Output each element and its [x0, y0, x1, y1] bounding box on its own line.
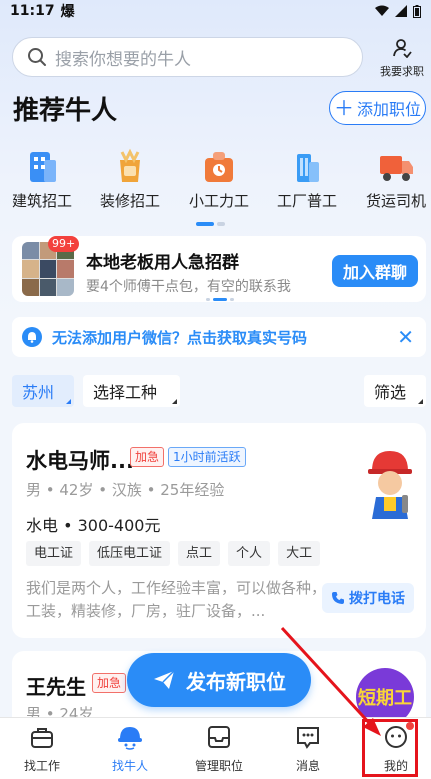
page-title: 推荐牛人 [13, 96, 118, 126]
call-button-label: 拨打电话 [349, 591, 405, 607]
urgent-tag: 加急 [130, 447, 165, 467]
status-icons [375, 4, 421, 18]
job-seek-icon [393, 39, 412, 59]
category-pager [196, 222, 225, 226]
pager-dot-active [196, 222, 214, 226]
group-subtitle: 要4个师傅干点包，有空的联系我 [86, 279, 291, 295]
tip-bar[interactable]: 无法添加用户微信？点击获取真实号码 ✕ [12, 317, 426, 357]
close-icon[interactable]: ✕ [397, 325, 414, 349]
tab-label: 找工作 [23, 759, 60, 773]
tab-find-talent[interactable]: 找牛人 [90, 724, 170, 774]
category-row: 建筑招工 装修招工 小工力工 工厂普工 货运司机 [0, 148, 431, 214]
category-label: 装修招工 [99, 192, 160, 210]
skill-tag: 低压电工证 [89, 541, 171, 566]
status-time: 11:17 [10, 3, 55, 19]
tab-label: 管理职位 [194, 759, 243, 773]
group-pager [206, 298, 234, 301]
wifi-icon [375, 5, 389, 16]
category-decoration[interactable]: 装修招工 [90, 148, 170, 211]
urgent-tag: 加急 [92, 673, 127, 693]
tab-manage-positions[interactable]: 管理职位 [179, 724, 259, 774]
skill-tag: 电工证 [26, 541, 82, 566]
paint-bucket-icon [112, 148, 148, 184]
dropdown-corner-icon [66, 399, 71, 404]
group-chat-card[interactable]: 99+ 本地老板用人急招群 要4个师傅干点包，有空的联系我 加入群聊 [12, 236, 426, 302]
phone-icon [332, 592, 344, 604]
publish-position-button[interactable]: 发布新职位 [127, 653, 311, 707]
skill-tags: 电工证 低压电工证 点工 个人 大工 [26, 541, 321, 566]
skill-tag: 大工 [278, 541, 321, 566]
search-icon [28, 48, 46, 66]
category-label: 货运司机 [365, 192, 426, 210]
battery-icon [413, 4, 421, 18]
job-type-filter[interactable]: 选择工种 [83, 375, 180, 407]
worker-name: 王先生 [26, 675, 86, 699]
tab-label: 消息 [295, 759, 320, 773]
job-type-filter-label: 选择工种 [93, 383, 158, 402]
plus-icon: ＋ [333, 96, 354, 120]
worker-card[interactable]: 水电马师... 加急 1小时前活跃 男 • 42岁 • 汉族 • 25年经验 水… [12, 423, 426, 638]
tab-messages[interactable]: 消息 [268, 724, 348, 774]
chat-icon [297, 727, 319, 749]
category-laborer[interactable]: 小工力工 [179, 148, 259, 211]
category-factory[interactable]: 工厂普工 [267, 148, 347, 211]
signal-icon [395, 5, 407, 17]
skill-tag: 点工 [178, 541, 221, 566]
tab-find-job[interactable]: 找工作 [2, 724, 82, 774]
add-position-button[interactable]: ＋ 添加职位 [329, 91, 426, 125]
category-label: 小工力工 [188, 192, 249, 210]
category-building[interactable]: 建筑招工 [2, 148, 82, 211]
factory-icon [289, 148, 325, 184]
pager-dot [217, 222, 225, 226]
city-filter-label: 苏州 [22, 383, 55, 402]
skill-tag: 个人 [228, 541, 271, 566]
screen-filter-label: 筛选 [374, 383, 407, 402]
worker-icon [201, 148, 237, 184]
category-label: 工厂普工 [276, 192, 337, 210]
category-label: 建筑招工 [11, 192, 72, 210]
dropdown-corner-icon [172, 399, 177, 404]
dropdown-corner-icon [418, 399, 423, 404]
worker-description: 我们是两个人，工作经验丰富，可以做各种，工装，精装修，厂房，驻厂设备，... [26, 579, 327, 620]
search-placeholder: 搜索你想要的牛人 [55, 49, 191, 70]
worker-name: 水电马师... [26, 449, 134, 473]
briefcase-icon [31, 728, 53, 748]
highlight-box [362, 719, 418, 777]
inbox-icon [208, 726, 230, 748]
job-seek-button[interactable]: 我要求职 [373, 38, 431, 78]
send-icon [154, 670, 175, 689]
tab-label: 找牛人 [111, 759, 148, 773]
building-icon [24, 148, 60, 184]
truck-icon [378, 148, 414, 184]
screen-filter[interactable]: 筛选 [364, 375, 426, 407]
category-truck[interactable]: 货运司机 [356, 148, 431, 211]
add-position-label: 添加职位 [356, 100, 421, 119]
status-bar: 11:17 爆 [0, 0, 431, 22]
helmet-icon [118, 727, 142, 750]
search-bar[interactable]: 搜索你想要的牛人 [12, 37, 363, 77]
status-flame: 爆 [60, 4, 75, 20]
join-group-button[interactable]: 加入群聊 [332, 255, 418, 287]
tip-text: 无法添加用户微信？点击获取真实号码 [52, 328, 308, 347]
worker-salary: 水电 • 300-400元 [26, 516, 161, 535]
worker-avatar [368, 451, 412, 519]
city-filter[interactable]: 苏州 [12, 375, 74, 407]
unread-badge: 99+ [48, 236, 80, 252]
bell-icon [22, 327, 42, 347]
job-seek-label: 我要求职 [380, 65, 424, 78]
publish-label: 发布新职位 [186, 669, 286, 694]
call-button[interactable]: 拨打电话 [322, 583, 414, 613]
group-title: 本地老板用人急招群 [86, 253, 239, 273]
active-tag: 1小时前活跃 [168, 447, 246, 467]
worker-meta: 男 • 42岁 • 汉族 • 25年经验 [26, 481, 225, 499]
